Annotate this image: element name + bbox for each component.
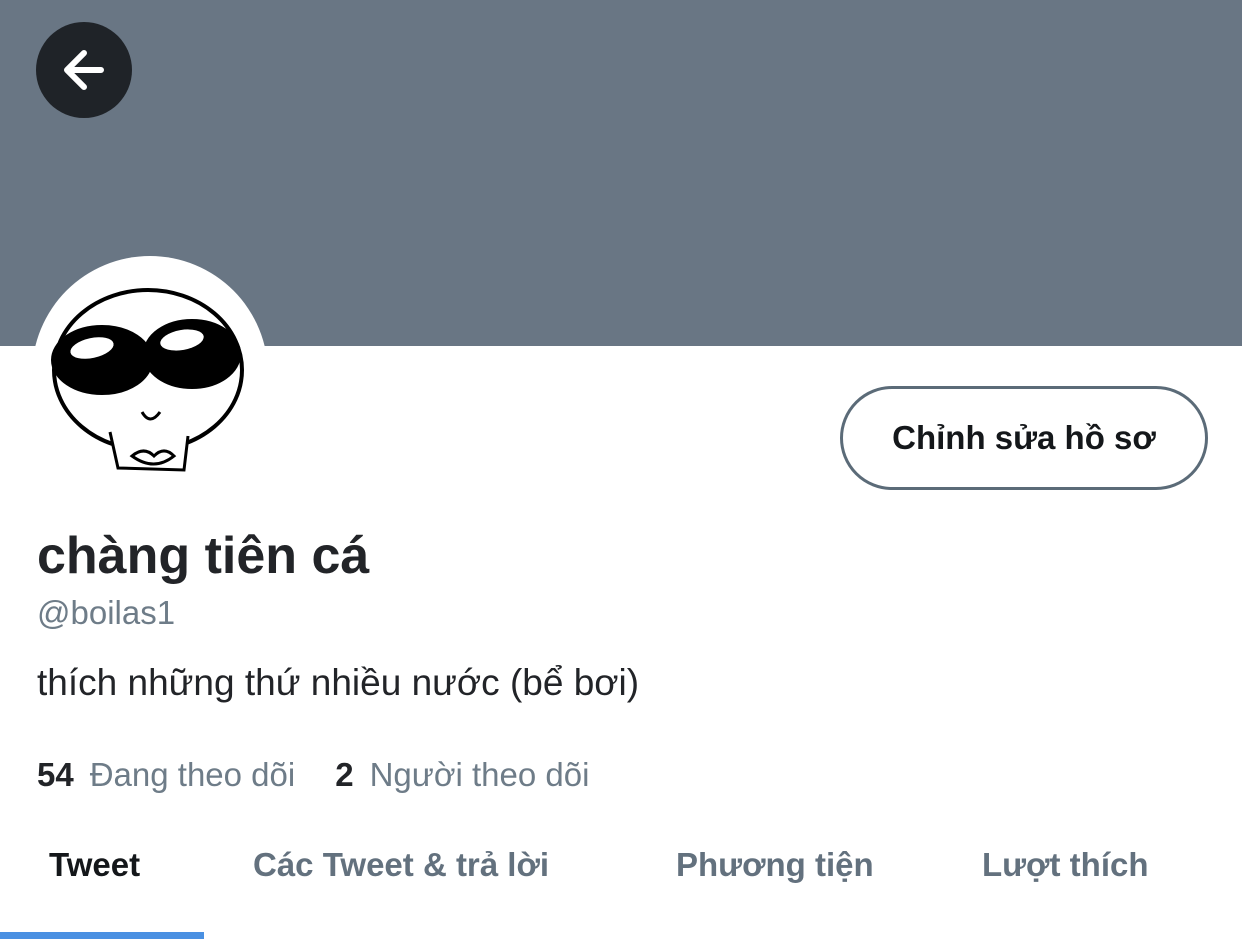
followers-label: Người theo dõi bbox=[369, 756, 590, 793]
following-link[interactable]: 54 Đang theo dõi bbox=[37, 756, 295, 794]
profile-page: Chỉnh sửa hồ sơ chàng tiên cá @boilas1 t… bbox=[0, 0, 1242, 944]
tab-tweets-and-replies[interactable]: Các Tweet & trả lời bbox=[253, 846, 549, 884]
display-name: chàng tiên cá bbox=[37, 527, 370, 585]
following-label: Đang theo dõi bbox=[89, 756, 296, 793]
followers-count: 2 bbox=[335, 756, 354, 793]
tab-likes[interactable]: Lượt thích bbox=[982, 846, 1149, 884]
tab-tweets[interactable]: Tweet bbox=[49, 846, 140, 884]
arrow-left-icon bbox=[64, 50, 104, 90]
avatar[interactable] bbox=[36, 260, 264, 488]
profile-tabs: Tweet Các Tweet & trả lời Phương tiện Lư… bbox=[0, 818, 1242, 944]
edit-profile-button[interactable]: Chỉnh sửa hồ sơ bbox=[840, 386, 1208, 490]
back-button[interactable] bbox=[36, 22, 132, 118]
following-count: 54 bbox=[37, 756, 74, 793]
tab-media[interactable]: Phương tiện bbox=[676, 846, 874, 884]
active-tab-indicator bbox=[0, 932, 204, 939]
followers-link[interactable]: 2 Người theo dõi bbox=[335, 756, 589, 794]
username-handle: @boilas1 bbox=[37, 594, 176, 631]
follow-stats: 54 Đang theo dõi 2 Người theo dõi bbox=[37, 756, 589, 794]
profile-bio: thích những thứ nhiều nước (bể bơi) bbox=[37, 662, 640, 703]
avatar-character-image bbox=[51, 288, 244, 472]
